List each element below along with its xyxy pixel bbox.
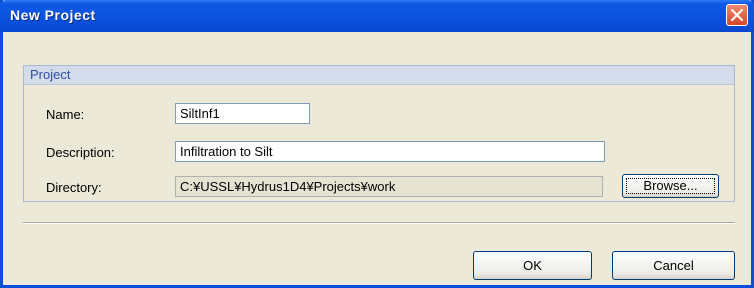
browse-button[interactable]: Browse... bbox=[622, 174, 719, 198]
new-project-dialog: New Project Project Name: SiltInf1 Descr… bbox=[0, 0, 754, 288]
title-bar[interactable]: New Project bbox=[0, 0, 754, 32]
description-label: Description: bbox=[46, 145, 115, 160]
browse-button-label: Browse... bbox=[626, 178, 715, 194]
close-button[interactable] bbox=[726, 4, 748, 26]
separator bbox=[23, 222, 735, 224]
cancel-button[interactable]: Cancel bbox=[612, 251, 735, 280]
project-group: Project Name: SiltInf1 Description: Infi… bbox=[23, 65, 735, 202]
directory-label: Directory: bbox=[46, 180, 102, 195]
group-header: Project bbox=[24, 66, 734, 85]
name-field[interactable]: SiltInf1 bbox=[175, 103, 310, 124]
dialog-title: New Project bbox=[10, 7, 96, 23]
group-title: Project bbox=[30, 67, 71, 82]
name-label: Name: bbox=[46, 107, 85, 122]
ok-button[interactable]: OK bbox=[473, 251, 592, 280]
close-icon bbox=[731, 9, 743, 21]
description-field[interactable]: Infiltration to Silt bbox=[175, 141, 605, 162]
directory-field[interactable]: C:¥USSL¥Hydrus1D4¥Projects¥work bbox=[175, 176, 603, 197]
